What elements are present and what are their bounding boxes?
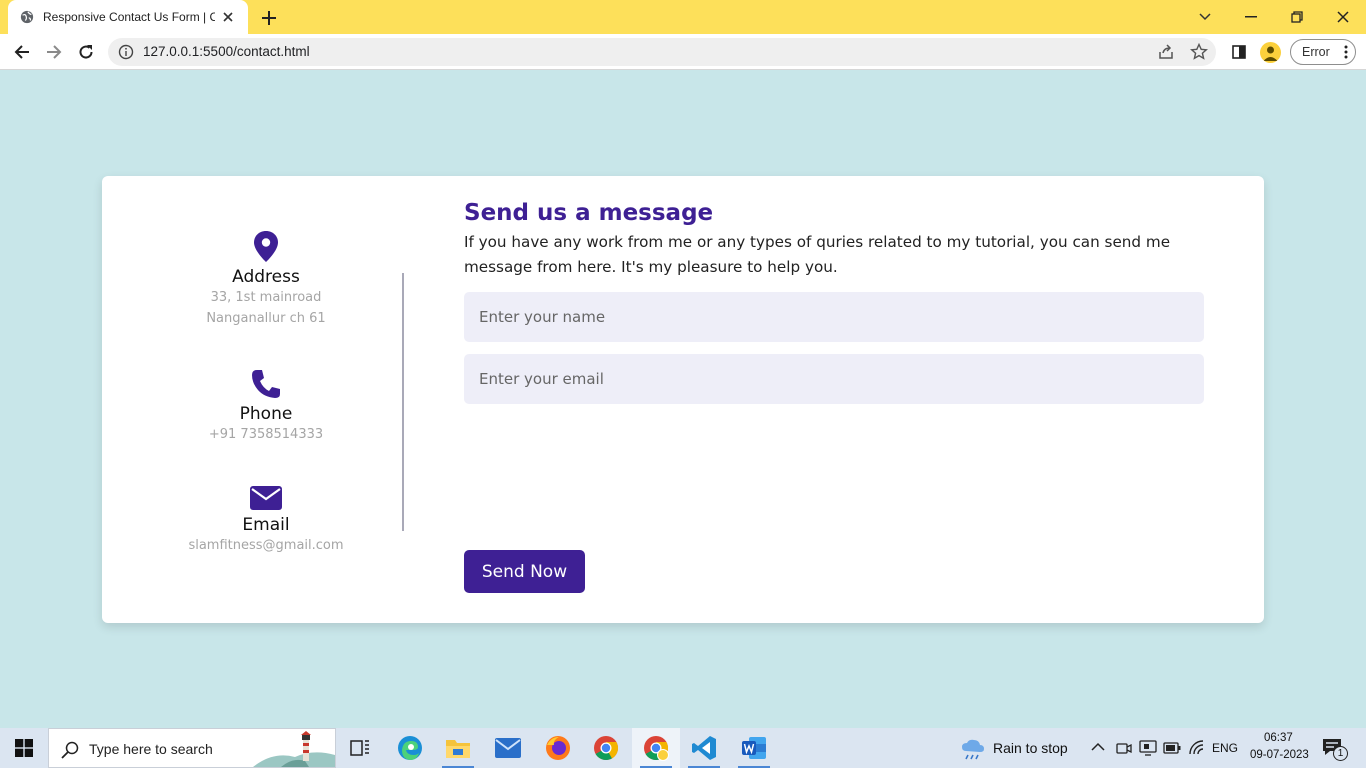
profile-error-label: Error bbox=[1302, 45, 1330, 59]
word-icon bbox=[742, 737, 766, 759]
email-block: Email slamfitness@gmail.com bbox=[102, 485, 430, 556]
language-indicator[interactable]: ENG bbox=[1212, 741, 1238, 755]
chrome-profile-icon bbox=[644, 736, 669, 761]
battery-icon[interactable] bbox=[1163, 742, 1181, 754]
side-panel-icon[interactable] bbox=[1226, 39, 1252, 65]
mail-icon bbox=[495, 738, 521, 758]
chrome-icon bbox=[594, 736, 619, 761]
taskbar-file-explorer[interactable] bbox=[434, 728, 482, 768]
taskbar-chrome[interactable] bbox=[582, 728, 630, 768]
email-input[interactable] bbox=[464, 354, 1204, 404]
site-info-icon[interactable] bbox=[118, 44, 134, 60]
close-window-button[interactable] bbox=[1330, 4, 1356, 30]
minimize-button[interactable] bbox=[1238, 4, 1264, 30]
form-title: Send us a message bbox=[464, 200, 714, 226]
phone-label: Phone bbox=[239, 404, 293, 424]
send-now-button[interactable]: Send Now bbox=[464, 550, 585, 593]
firefox-icon bbox=[546, 736, 570, 760]
column-divider bbox=[402, 273, 404, 531]
task-view-button[interactable] bbox=[336, 728, 384, 768]
wifi-icon[interactable] bbox=[1188, 740, 1206, 756]
share-icon[interactable] bbox=[1157, 43, 1175, 61]
file-explorer-icon bbox=[446, 740, 470, 758]
address-bar[interactable]: 127.0.0.1:5500/contact.html bbox=[108, 38, 1216, 66]
address-line-1: 33, 1st mainroad bbox=[210, 290, 322, 305]
windows-taskbar: Type here to search Rain to stop ENG 06:… bbox=[0, 728, 1366, 768]
notification-center-button[interactable]: 1 bbox=[1322, 738, 1348, 761]
taskbar-vscode[interactable] bbox=[680, 728, 728, 768]
vscode-icon bbox=[692, 736, 716, 760]
taskbar-search-box[interactable]: Type here to search bbox=[48, 728, 336, 768]
address-block: Address 33, 1st mainroad Nanganallur ch … bbox=[102, 231, 430, 329]
browser-toolbar: 127.0.0.1:5500/contact.html Error bbox=[0, 34, 1366, 70]
map-pin-icon bbox=[254, 231, 278, 262]
name-input[interactable] bbox=[464, 292, 1204, 342]
meet-now-icon[interactable] bbox=[1116, 740, 1132, 756]
show-hidden-icons-chevron-icon[interactable] bbox=[1091, 742, 1105, 752]
browser-tab[interactable]: Responsive Contact Us Form | Co bbox=[8, 0, 248, 34]
profile-error-button[interactable]: Error bbox=[1290, 39, 1356, 65]
profile-avatar[interactable] bbox=[1260, 42, 1281, 63]
weather-text[interactable]: Rain to stop bbox=[993, 740, 1068, 756]
phone-number: +91 7358514333 bbox=[208, 427, 324, 442]
reload-button[interactable] bbox=[73, 39, 99, 65]
clock-time[interactable]: 06:37 bbox=[1264, 732, 1293, 744]
clock-date[interactable]: 09-07-2023 bbox=[1250, 749, 1309, 761]
menu-dots-icon[interactable] bbox=[1343, 45, 1349, 59]
new-tab-button[interactable] bbox=[258, 7, 280, 29]
search-icon bbox=[61, 741, 79, 759]
taskbar-chrome-profile[interactable] bbox=[632, 728, 680, 768]
address-label: Address bbox=[232, 267, 300, 287]
forward-button[interactable] bbox=[41, 39, 67, 65]
email-address: slamfitness@gmail.com bbox=[188, 538, 344, 553]
display-icon[interactable] bbox=[1139, 740, 1157, 756]
windows-logo-icon bbox=[15, 739, 33, 757]
lighthouse-illustration-icon bbox=[253, 731, 335, 767]
taskbar-word[interactable] bbox=[730, 728, 778, 768]
task-view-icon bbox=[350, 740, 369, 756]
taskbar-edge[interactable] bbox=[386, 728, 434, 768]
browser-tab-bar: Responsive Contact Us Form | Co bbox=[0, 0, 1366, 34]
phone-block: Phone +91 7358514333 bbox=[102, 368, 430, 445]
back-button[interactable] bbox=[9, 39, 35, 65]
edge-browser-icon bbox=[398, 736, 422, 760]
tab-search-chevron-icon[interactable] bbox=[1192, 4, 1218, 30]
message-form: Send us a message If you have any work f… bbox=[464, 200, 1204, 593]
address-line-2: Nanganallur ch 61 bbox=[206, 311, 326, 326]
taskbar-mail[interactable] bbox=[484, 728, 532, 768]
phone-icon bbox=[252, 370, 280, 398]
bookmark-star-icon[interactable] bbox=[1190, 43, 1208, 61]
close-tab-icon[interactable] bbox=[220, 9, 236, 25]
envelope-icon bbox=[250, 486, 282, 510]
globe-icon bbox=[20, 10, 34, 24]
notification-count-badge: 1 bbox=[1333, 746, 1348, 761]
restore-button[interactable] bbox=[1284, 4, 1310, 30]
url-text: 127.0.0.1:5500/contact.html bbox=[143, 44, 310, 59]
windows-start-button[interactable] bbox=[0, 728, 48, 768]
search-placeholder: Type here to search bbox=[89, 741, 213, 757]
email-label: Email bbox=[242, 515, 290, 535]
weather-rain-icon[interactable] bbox=[960, 737, 986, 761]
form-description: If you have any work from me or any type… bbox=[464, 233, 1171, 276]
taskbar-firefox[interactable] bbox=[534, 728, 582, 768]
tab-title: Responsive Contact Us Form | Co bbox=[43, 10, 215, 24]
contact-card: Address 33, 1st mainroad Nanganallur ch … bbox=[102, 176, 1264, 623]
